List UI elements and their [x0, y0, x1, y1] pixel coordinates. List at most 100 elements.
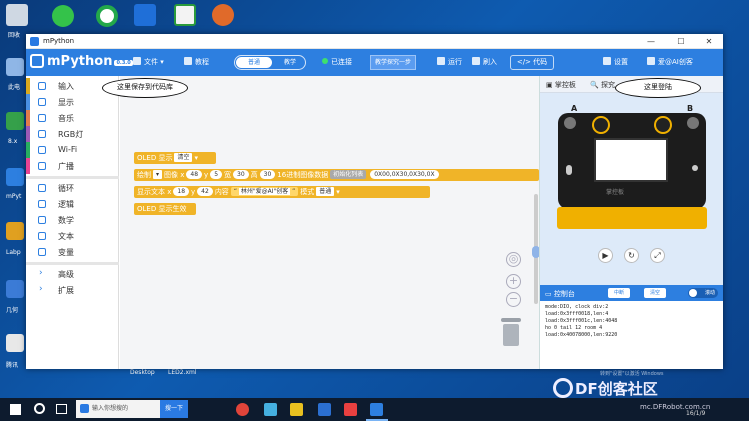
light-sensor-icon [692, 165, 698, 171]
edge-icon[interactable] [134, 4, 156, 26]
category-music[interactable]: 音乐 [26, 110, 119, 126]
app-toolbar: mPython 0.3.0 文件 ▾ 教程 普通 教学 已连接 教学探究一步 运行… [26, 49, 723, 76]
tab-explore[interactable]: 🔍 探究 [590, 80, 615, 90]
oled-clear-block[interactable]: OLED 显示 清空 ▾ [134, 152, 216, 164]
tencent-icon[interactable] [6, 334, 24, 352]
connected-dot-icon [322, 58, 328, 64]
draw-image-block[interactable]: 绘制 ▾ 图像 x 48 y 5 宽 30 高 30 16进制图像数据 初始化列表 0X00,0X30,… [134, 169, 539, 181]
category-loops[interactable]: 循环 [26, 180, 119, 196]
user-button[interactable]: 爱@AI创客 [647, 57, 693, 67]
minimize-button[interactable]: — [636, 34, 666, 49]
text-content-value[interactable]: “ 林州"爱@AI"创客 ” [230, 187, 299, 196]
code-button[interactable]: </> 代码 [510, 55, 554, 70]
refresh-icon[interactable]: ↻ [624, 248, 639, 263]
text-y-value[interactable]: 42 [197, 187, 213, 196]
chrome-icon[interactable] [236, 403, 249, 416]
fullscreen-icon[interactable]: ⤢ [650, 248, 665, 263]
category-rgb[interactable]: RGB灯 [26, 126, 119, 142]
app-icon[interactable] [344, 403, 357, 416]
block-workspace[interactable]: OLED 显示 清空 ▾ 绘制 ▾ 图像 x 48 y 5 宽 30 高 30 16进制图像数据 初始化列… [120, 76, 540, 369]
console-title: ▭ 控制台 [545, 290, 575, 298]
width-value[interactable]: 30 [233, 170, 249, 179]
console-clear-button[interactable]: 清空 [644, 288, 666, 298]
clock[interactable]: 16/1/9 [686, 410, 705, 417]
show-text-block[interactable]: 显示文本 x 18 y 42 内容 “ 林州"爱@AI"创客 ” 模式 普通 ▾ [134, 186, 430, 198]
taskbar-search-button[interactable]: 搜一下 [160, 400, 188, 418]
category-text[interactable]: 文本 [26, 228, 119, 244]
flash-button[interactable]: 刷入 [472, 57, 497, 67]
text-x-value[interactable]: 18 [173, 187, 190, 196]
geometry-icon[interactable] [6, 280, 24, 298]
start-button[interactable] [10, 404, 21, 415]
hex-data-value[interactable]: 0X00,0X30,0X30,0X [370, 170, 439, 179]
mpython-taskbar-icon[interactable] [370, 403, 383, 416]
close-button[interactable]: ✕ [694, 34, 723, 49]
tutorial-button[interactable]: 教程 [184, 57, 209, 67]
browser-icon[interactable] [96, 5, 118, 27]
oled-show-block[interactable]: OLED 显示生效 [134, 203, 196, 215]
file-menu[interactable]: 文件 ▾ [133, 57, 164, 67]
maximize-button[interactable]: ☐ [666, 34, 696, 49]
df-watermark: DF创客社区 [553, 378, 658, 399]
mode-normal-tab[interactable]: 普通 [236, 57, 272, 68]
button-b-label: B [687, 104, 694, 113]
app-icon[interactable] [264, 403, 277, 416]
logo-text: mPython [47, 54, 113, 69]
mpython-icon[interactable] [6, 168, 24, 186]
category-display[interactable]: 显示 [26, 94, 119, 110]
category-divider [26, 176, 119, 179]
recycle-bin-icon[interactable] [6, 4, 28, 26]
device-panel: ▣ 掌控板 🔍 探究 A B 掌控板 ▶ ↻ ⤢ ▭ 控制台 中断 清空 滚动 … [539, 76, 723, 369]
mode-teach-tab[interactable]: 教学 [275, 57, 305, 68]
wps-icon[interactable] [318, 403, 331, 416]
explore-button[interactable]: 教学探究一步 [370, 55, 417, 70]
x-value[interactable]: 48 [186, 170, 203, 179]
window-title: mPython [43, 37, 75, 45]
category-broadcast[interactable]: 广播 [26, 158, 119, 174]
labplus-icon[interactable] [6, 222, 24, 240]
input-icon [38, 82, 46, 90]
button-a[interactable] [564, 117, 576, 129]
tab-board[interactable]: ▣ 掌控板 [546, 80, 576, 90]
desktop-file-label: Desktop [130, 369, 155, 376]
category-variables[interactable]: 变量 [26, 244, 119, 260]
height-value[interactable]: 30 [259, 170, 276, 179]
button-b[interactable] [687, 117, 699, 129]
zoom-out-icon[interactable]: − [506, 292, 521, 307]
file-icon [133, 57, 141, 65]
console-break-button[interactable]: 中断 [608, 288, 630, 298]
run-button[interactable]: 运行 [437, 57, 462, 67]
taskbar: 输入你想搜的 搜一下 16/1/9 [0, 398, 749, 421]
mic-icon [566, 165, 572, 175]
chevron-right-icon: › [39, 284, 43, 294]
cortana-icon[interactable] [34, 403, 45, 414]
y-value[interactable]: 5 [210, 170, 223, 179]
button-a-label: A [571, 104, 578, 113]
mode-dropdown[interactable]: 普通 [316, 187, 335, 196]
display-icon [38, 98, 46, 106]
monkey-app-icon[interactable] [212, 4, 234, 26]
clear-dropdown[interactable]: 清空 [174, 153, 193, 162]
category-wifi[interactable]: Wi-Fi [26, 142, 119, 158]
play-icon[interactable]: ▶ [598, 248, 613, 263]
console-scroll-toggle[interactable]: 滚动 [688, 288, 718, 298]
settings-button[interactable]: 设置 [603, 57, 628, 67]
trash-icon[interactable] [500, 318, 522, 348]
board-brand: 掌控板 [606, 189, 625, 196]
app-icon[interactable] [290, 403, 303, 416]
category-math[interactable]: 数学 [26, 212, 119, 228]
recenter-icon[interactable]: ◎ [506, 252, 521, 267]
task-view-icon[interactable] [56, 404, 67, 414]
desktop-file-label: LED2.xml [168, 369, 197, 376]
category-logic[interactable]: 逻辑 [26, 196, 119, 212]
shape-dropdown[interactable]: ▾ [153, 170, 163, 179]
wps-sheet-icon[interactable] [174, 4, 196, 26]
this-pc-icon[interactable] [6, 58, 24, 76]
zoom-in-icon[interactable]: + [506, 274, 521, 289]
wechat-icon[interactable] [52, 5, 74, 27]
mode-switch[interactable]: 普通 教学 [234, 55, 306, 70]
category-advanced[interactable]: › 高级 [26, 266, 119, 282]
app-icon[interactable] [6, 112, 24, 130]
category-extensions[interactable]: › 扩展 [26, 282, 119, 298]
init-list-block[interactable]: 初始化列表 [330, 170, 367, 179]
